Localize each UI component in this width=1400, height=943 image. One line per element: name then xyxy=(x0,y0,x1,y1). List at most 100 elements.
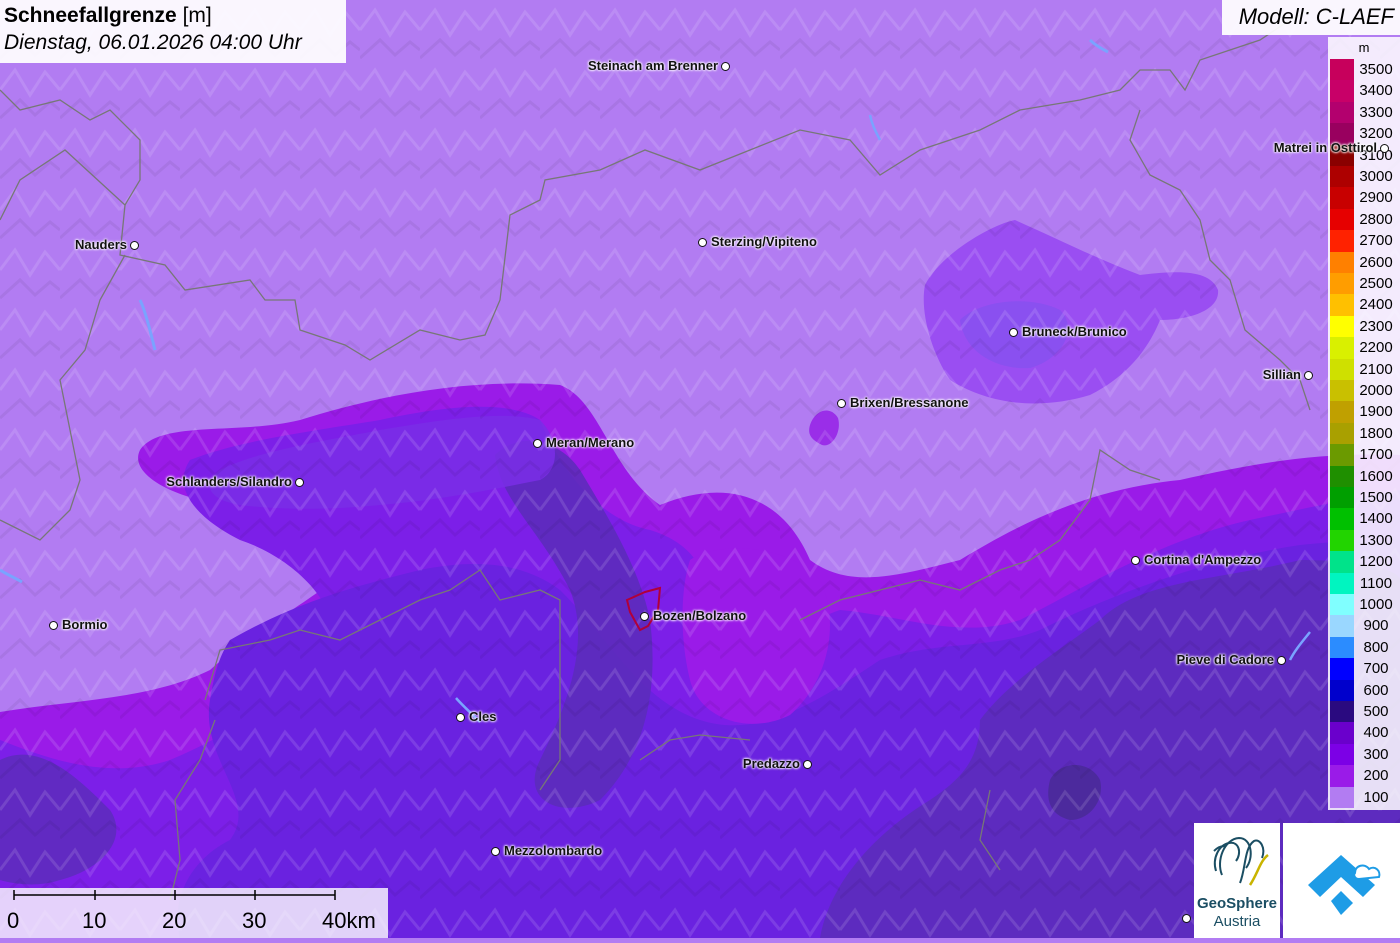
legend-swatch xyxy=(1330,679,1354,701)
legend-swatch xyxy=(1330,551,1354,573)
legend-swatch xyxy=(1330,187,1354,209)
legend-label: 1200 xyxy=(1359,553,1393,571)
legend-label: 2700 xyxy=(1359,232,1393,250)
legend-row: 1000 xyxy=(1328,594,1400,616)
legend-row: 2200 xyxy=(1328,337,1400,359)
city-label[interactable]: Sterzing/Vipiteno xyxy=(711,234,817,249)
legend-row: 800 xyxy=(1328,636,1400,659)
city-label[interactable]: Steinach am Brenner xyxy=(588,58,718,73)
legend-swatch xyxy=(1330,615,1354,637)
legend-label: 2800 xyxy=(1359,210,1393,228)
legend-label: 2100 xyxy=(1359,360,1393,378)
city-label[interactable]: Matrei in Osttirol xyxy=(1274,140,1377,155)
legend-label: 900 xyxy=(1363,617,1389,635)
legend-row: 3000 xyxy=(1328,166,1400,188)
city-label[interactable]: Cortina d'Ampezzo xyxy=(1144,552,1261,567)
city-label[interactable]: Bormio xyxy=(62,617,108,632)
legend-row: 1900 xyxy=(1328,401,1400,423)
map-title: Schneefallgrenze [m] Dienstag, 06.01.202… xyxy=(0,0,346,63)
city-label[interactable]: Sillian xyxy=(1263,367,1301,382)
legend-swatch xyxy=(1330,636,1354,659)
legend-label: 1100 xyxy=(1359,574,1393,592)
legend-swatch xyxy=(1330,529,1354,552)
model-label: Modell: C-LAEF xyxy=(1222,0,1400,35)
legend-swatch xyxy=(1330,59,1354,81)
legend-row: 300 xyxy=(1328,743,1400,766)
partner-logo[interactable] xyxy=(1283,823,1400,938)
city-label[interactable]: Bruneck/Brunico xyxy=(1022,324,1127,339)
legend-unit: m xyxy=(1358,40,1370,55)
city-label[interactable]: Bozen/Bolzano xyxy=(653,608,746,623)
legend-swatch xyxy=(1330,422,1354,445)
legend-swatch xyxy=(1330,315,1354,338)
legend-row: 700 xyxy=(1328,658,1400,680)
legend-swatch xyxy=(1330,251,1354,273)
title-datetime: Dienstag, 06.01.2026 04:00 Uhr xyxy=(4,31,302,54)
legend-swatch xyxy=(1330,572,1354,594)
legend-label: 3400 xyxy=(1359,82,1393,100)
legend-label: 1500 xyxy=(1359,489,1393,506)
legend-row: 400 xyxy=(1328,722,1400,744)
geosphere-logo-line1: GeoSphere xyxy=(1196,895,1278,912)
legend-swatch xyxy=(1330,487,1354,509)
scale-label-20: 20 xyxy=(162,908,187,933)
city-dot xyxy=(721,62,730,71)
scale-label-30: 30 xyxy=(242,908,267,933)
city-label[interactable]: Brixen/Bressanone xyxy=(850,395,969,410)
city-dot xyxy=(130,241,139,250)
legend-row: 2400 xyxy=(1328,294,1400,316)
legend-label: 400 xyxy=(1363,724,1389,742)
legend-label: 3300 xyxy=(1359,103,1393,121)
city-dot xyxy=(49,621,58,630)
legend-label: 600 xyxy=(1363,681,1389,699)
geosphere-logo-line2: Austria xyxy=(1213,913,1261,930)
legend-row: 1600 xyxy=(1328,465,1400,487)
legend-row: 1100 xyxy=(1328,572,1400,594)
legend-row: 900 xyxy=(1328,615,1400,637)
legend-label: 1300 xyxy=(1359,531,1393,549)
legend-swatch xyxy=(1330,508,1354,530)
city-label[interactable]: Nauders xyxy=(75,237,127,252)
legend-swatch xyxy=(1330,401,1354,423)
legend-swatch xyxy=(1330,765,1354,787)
scale-bar: 0 10 20 30 40km xyxy=(0,888,388,938)
legend-label: 100 xyxy=(1363,788,1389,806)
legend-label: 1600 xyxy=(1359,467,1393,485)
legend-row: 2300 xyxy=(1328,315,1400,338)
legend-row: 2700 xyxy=(1328,230,1400,252)
city-label[interactable]: Cles xyxy=(469,709,496,724)
snowline-map[interactable] xyxy=(0,0,1400,938)
legend-row: 1200 xyxy=(1328,551,1400,573)
city-label[interactable]: Predazzo xyxy=(743,756,800,771)
city-dot xyxy=(1304,371,1313,380)
legend-swatch xyxy=(1330,444,1354,466)
legend-swatch xyxy=(1330,722,1354,744)
city-dot xyxy=(533,439,542,448)
legend-label: 200 xyxy=(1363,767,1389,785)
legend-row: 2100 xyxy=(1328,358,1400,380)
legend-row: 2500 xyxy=(1328,273,1400,295)
legend-row: 1800 xyxy=(1328,422,1400,445)
legend-swatch xyxy=(1330,358,1354,380)
geosphere-logo[interactable]: GeoSphere Austria xyxy=(1194,823,1280,938)
legend-swatch xyxy=(1330,786,1354,808)
city-label[interactable]: Mezzolombardo xyxy=(504,843,602,858)
legend-row: 3400 xyxy=(1328,80,1400,102)
legend-row: 200 xyxy=(1328,765,1400,787)
city-label[interactable]: Schlanders/Silandro xyxy=(166,474,292,489)
legend-swatch xyxy=(1330,101,1354,124)
legend-swatch xyxy=(1330,701,1354,723)
city-dot xyxy=(803,760,812,769)
city-label[interactable]: Meran/Merano xyxy=(546,435,634,450)
city-dot xyxy=(456,713,465,722)
legend-swatch xyxy=(1330,380,1354,402)
legend-swatch xyxy=(1330,743,1354,766)
city-dot xyxy=(1009,328,1018,337)
legend-label: 700 xyxy=(1363,660,1389,678)
city-label[interactable]: Pieve di Cadore xyxy=(1176,652,1274,667)
scale-label-0: 0 xyxy=(7,908,20,933)
legend-row: 2000 xyxy=(1328,380,1400,402)
city-dot xyxy=(1131,556,1140,565)
legend-label: 2000 xyxy=(1359,382,1393,399)
legend-row: 600 xyxy=(1328,679,1400,701)
